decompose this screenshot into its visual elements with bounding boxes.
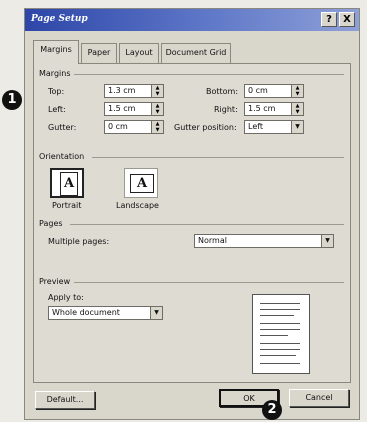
right-margin-value: 1.5 cm (248, 104, 276, 113)
left-margin-spinner[interactable]: ▲ ▼ (151, 103, 163, 115)
left-margin-input[interactable]: 1.5 cm ▲ ▼ (104, 102, 164, 116)
callout-marker-2: 2 (262, 400, 282, 420)
right-margin-label: Right: (214, 105, 238, 114)
multiple-pages-label: Multiple pages: (48, 237, 110, 246)
chevron-down-icon[interactable]: ▼ (291, 121, 303, 133)
chevron-down-icon[interactable]: ▼ (321, 235, 333, 247)
bottom-margin-spinner[interactable]: ▲ ▼ (291, 85, 303, 97)
spin-down-icon[interactable]: ▼ (292, 91, 303, 97)
top-margin-label: Top: (48, 87, 65, 96)
gutter-position-label: Gutter position: (174, 123, 237, 132)
margins-divider (74, 74, 344, 75)
apply-to-value: Whole document (52, 308, 120, 317)
right-margin-input[interactable]: 1.5 cm ▲ ▼ (244, 102, 304, 116)
orientation-divider (92, 157, 344, 158)
tab-margins[interactable]: Margins (33, 40, 79, 64)
left-margin-value: 1.5 cm (108, 104, 136, 113)
title-bar[interactable]: Page Setup ? X (25, 9, 359, 31)
margins-section-label: Margins (39, 69, 71, 78)
top-margin-value: 1.3 cm (108, 86, 136, 95)
dialog-title: Page Setup (31, 14, 88, 24)
help-button[interactable]: ? (321, 12, 337, 27)
preview-text-line (260, 315, 294, 316)
apply-to-select[interactable]: Whole document ▼ (48, 306, 163, 320)
spin-down-icon[interactable]: ▼ (152, 127, 163, 133)
preview-text-line (260, 363, 300, 364)
callout-marker-1: 1 (2, 90, 22, 110)
chevron-down-icon[interactable]: ▼ (150, 307, 162, 319)
close-button[interactable]: X (339, 12, 355, 27)
portrait-label[interactable]: Portrait (52, 201, 81, 210)
left-margin-label: Left: (48, 105, 66, 114)
preview-divider (74, 282, 344, 283)
apply-to-label: Apply to: (48, 293, 84, 302)
page-preview-thumbnail (252, 294, 310, 374)
top-margin-input[interactable]: 1.3 cm ▲ ▼ (104, 84, 164, 98)
landscape-label[interactable]: Landscape (116, 201, 159, 210)
portrait-option[interactable]: A (50, 168, 84, 198)
bottom-margin-value: 0 cm (248, 86, 268, 95)
spin-down-icon[interactable]: ▼ (152, 91, 163, 97)
pages-divider (70, 224, 344, 225)
preview-text-line (260, 355, 296, 356)
gutter-label: Gutter: (48, 123, 77, 132)
multiple-pages-select[interactable]: Normal ▼ (194, 234, 334, 248)
gutter-input[interactable]: 0 cm ▲ ▼ (104, 120, 164, 134)
page-setup-dialog: Page Setup ? X Margins Paper Layout Docu… (24, 8, 360, 420)
spin-down-icon[interactable]: ▼ (152, 109, 163, 115)
preview-text-line (260, 303, 300, 304)
tab-layout[interactable]: Layout (119, 43, 159, 63)
landscape-page-icon: A (130, 174, 154, 193)
cancel-button[interactable]: Cancel (289, 389, 349, 407)
right-margin-spinner[interactable]: ▲ ▼ (291, 103, 303, 115)
portrait-page-icon: A (60, 172, 78, 196)
orientation-section-label: Orientation (39, 152, 85, 161)
gutter-spinner[interactable]: ▲ ▼ (151, 121, 163, 133)
preview-text-line (260, 343, 300, 344)
preview-section-label: Preview (39, 277, 71, 286)
landscape-option[interactable]: A (124, 168, 158, 198)
spin-down-icon[interactable]: ▼ (292, 109, 303, 115)
gutter-value: 0 cm (108, 122, 128, 131)
preview-text-line (260, 323, 300, 324)
top-margin-spinner[interactable]: ▲ ▼ (151, 85, 163, 97)
gutter-position-select[interactable]: Left ▼ (244, 120, 304, 134)
multiple-pages-value: Normal (198, 236, 227, 245)
pages-section-label: Pages (39, 219, 63, 228)
preview-text-line (260, 349, 300, 350)
bottom-margin-label: Bottom: (206, 87, 239, 96)
bottom-margin-input[interactable]: 0 cm ▲ ▼ (244, 84, 304, 98)
tab-document-grid[interactable]: Document Grid (161, 43, 231, 63)
preview-text-line (260, 309, 300, 310)
tab-paper[interactable]: Paper (81, 43, 117, 63)
preview-text-line (260, 329, 300, 330)
preview-text-line (260, 335, 288, 336)
gutter-position-value: Left (248, 122, 264, 131)
default-button[interactable]: Default... (35, 391, 95, 409)
